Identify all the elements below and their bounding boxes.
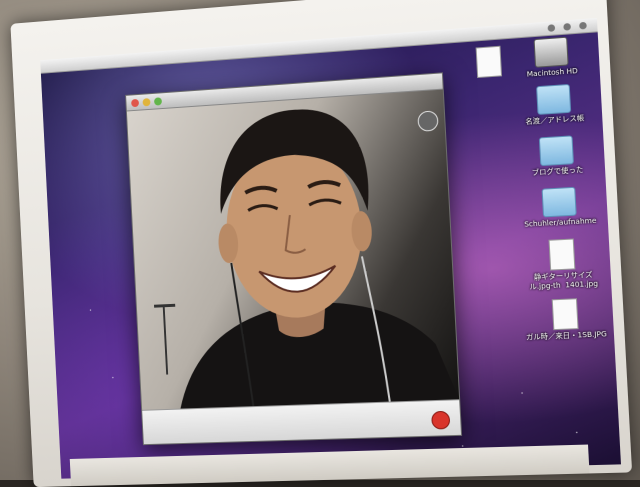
desktop-icon-1[interactable]: Macintosh HD	[503, 34, 600, 81]
status-icon[interactable]	[547, 24, 556, 32]
document-icon	[475, 45, 503, 79]
image-file-icon	[548, 238, 576, 271]
image-file-icon	[551, 298, 579, 331]
hard-drive-icon	[533, 36, 569, 68]
folder-icon	[541, 186, 577, 218]
desktop-icon-3[interactable]: ブログで使った	[509, 133, 606, 179]
desktop-icon-6[interactable]: ガル時／来日・1SB.JPG	[517, 297, 614, 343]
volume-icon[interactable]	[563, 22, 572, 31]
desktop-icon-5[interactable]: 静ギターリサイズ ル.jpg-th 1401.jpg	[514, 237, 611, 293]
zoom-button[interactable]	[153, 96, 163, 106]
desktop-screen: Macintosh HD 名渡／アドレス帳 ブログで使った Schuhler/a…	[40, 17, 621, 479]
end-call-button[interactable]	[431, 410, 451, 430]
video-person-image	[127, 105, 460, 410]
spotlight-icon[interactable]	[579, 21, 587, 30]
video-feed	[126, 89, 460, 410]
folder-icon	[536, 83, 572, 115]
folder-icon	[538, 135, 574, 167]
minimize-button[interactable]	[142, 97, 151, 106]
monitor-bezel: Macintosh HD 名渡／アドレス帳 ブログで使った Schuhler/a…	[10, 0, 633, 487]
desktop-icon-4[interactable]: Schuhler/aufnahme	[511, 185, 608, 230]
video-chat-window[interactable]	[125, 72, 463, 446]
close-button[interactable]	[131, 98, 140, 107]
desktop-icon-2[interactable]: 名渡／アドレス帳	[506, 82, 603, 128]
